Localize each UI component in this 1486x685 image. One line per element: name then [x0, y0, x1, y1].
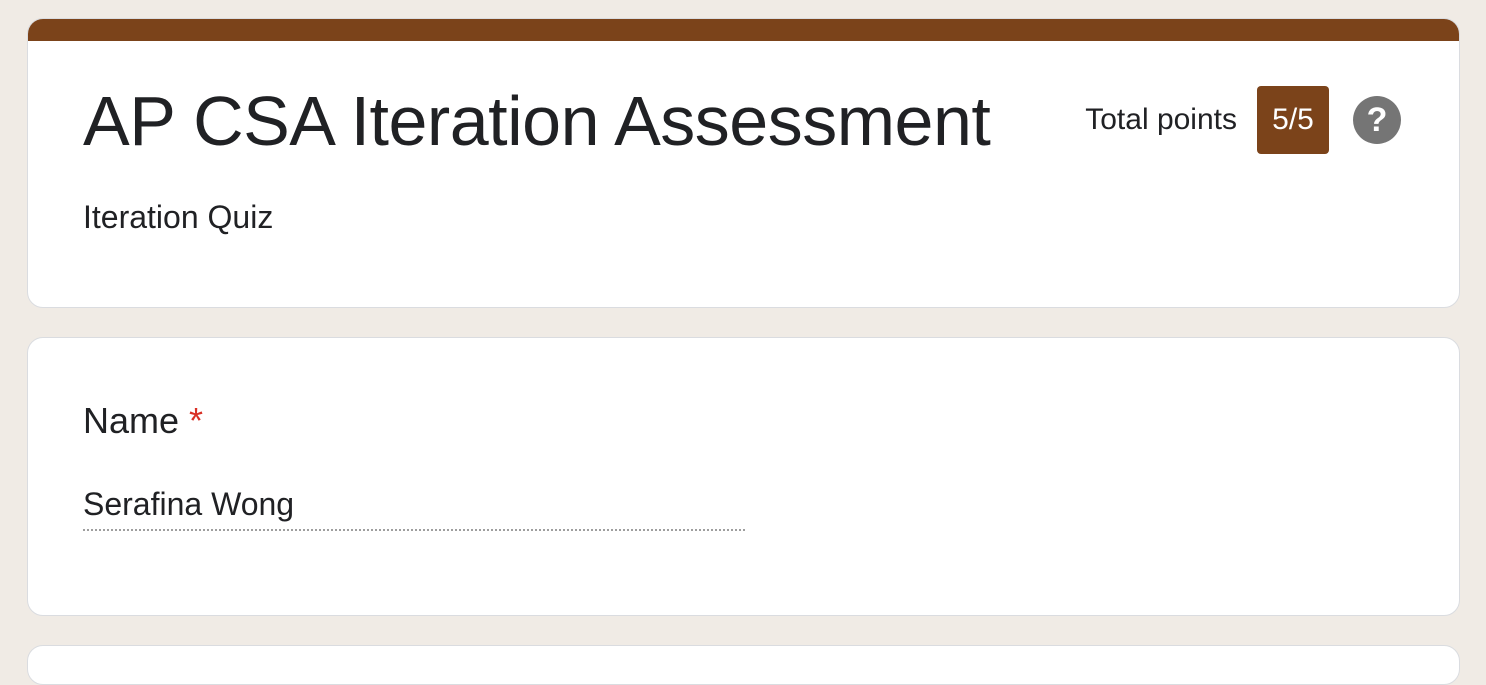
required-asterisk: * — [189, 400, 204, 441]
question-label: Name — [83, 400, 180, 441]
name-answer-field: Serafina Wong — [83, 486, 745, 531]
form-header-card: AP CSA Iteration Assessment Total points… — [27, 18, 1460, 308]
form-description: Iteration Quiz — [83, 199, 274, 235]
help-icon[interactable]: ? — [1353, 96, 1401, 144]
score-badge: 5/5 — [1257, 86, 1329, 154]
score-area: Total points 5/5 ? — [1085, 85, 1401, 155]
name-question-card: Name * Serafina Wong — [27, 337, 1460, 616]
question-title: Name * — [83, 400, 203, 442]
next-question-card — [27, 645, 1460, 685]
form-title: AP CSA Iteration Assessment — [83, 82, 991, 160]
accent-bar — [28, 19, 1459, 41]
total-points-label: Total points — [1085, 103, 1237, 136]
